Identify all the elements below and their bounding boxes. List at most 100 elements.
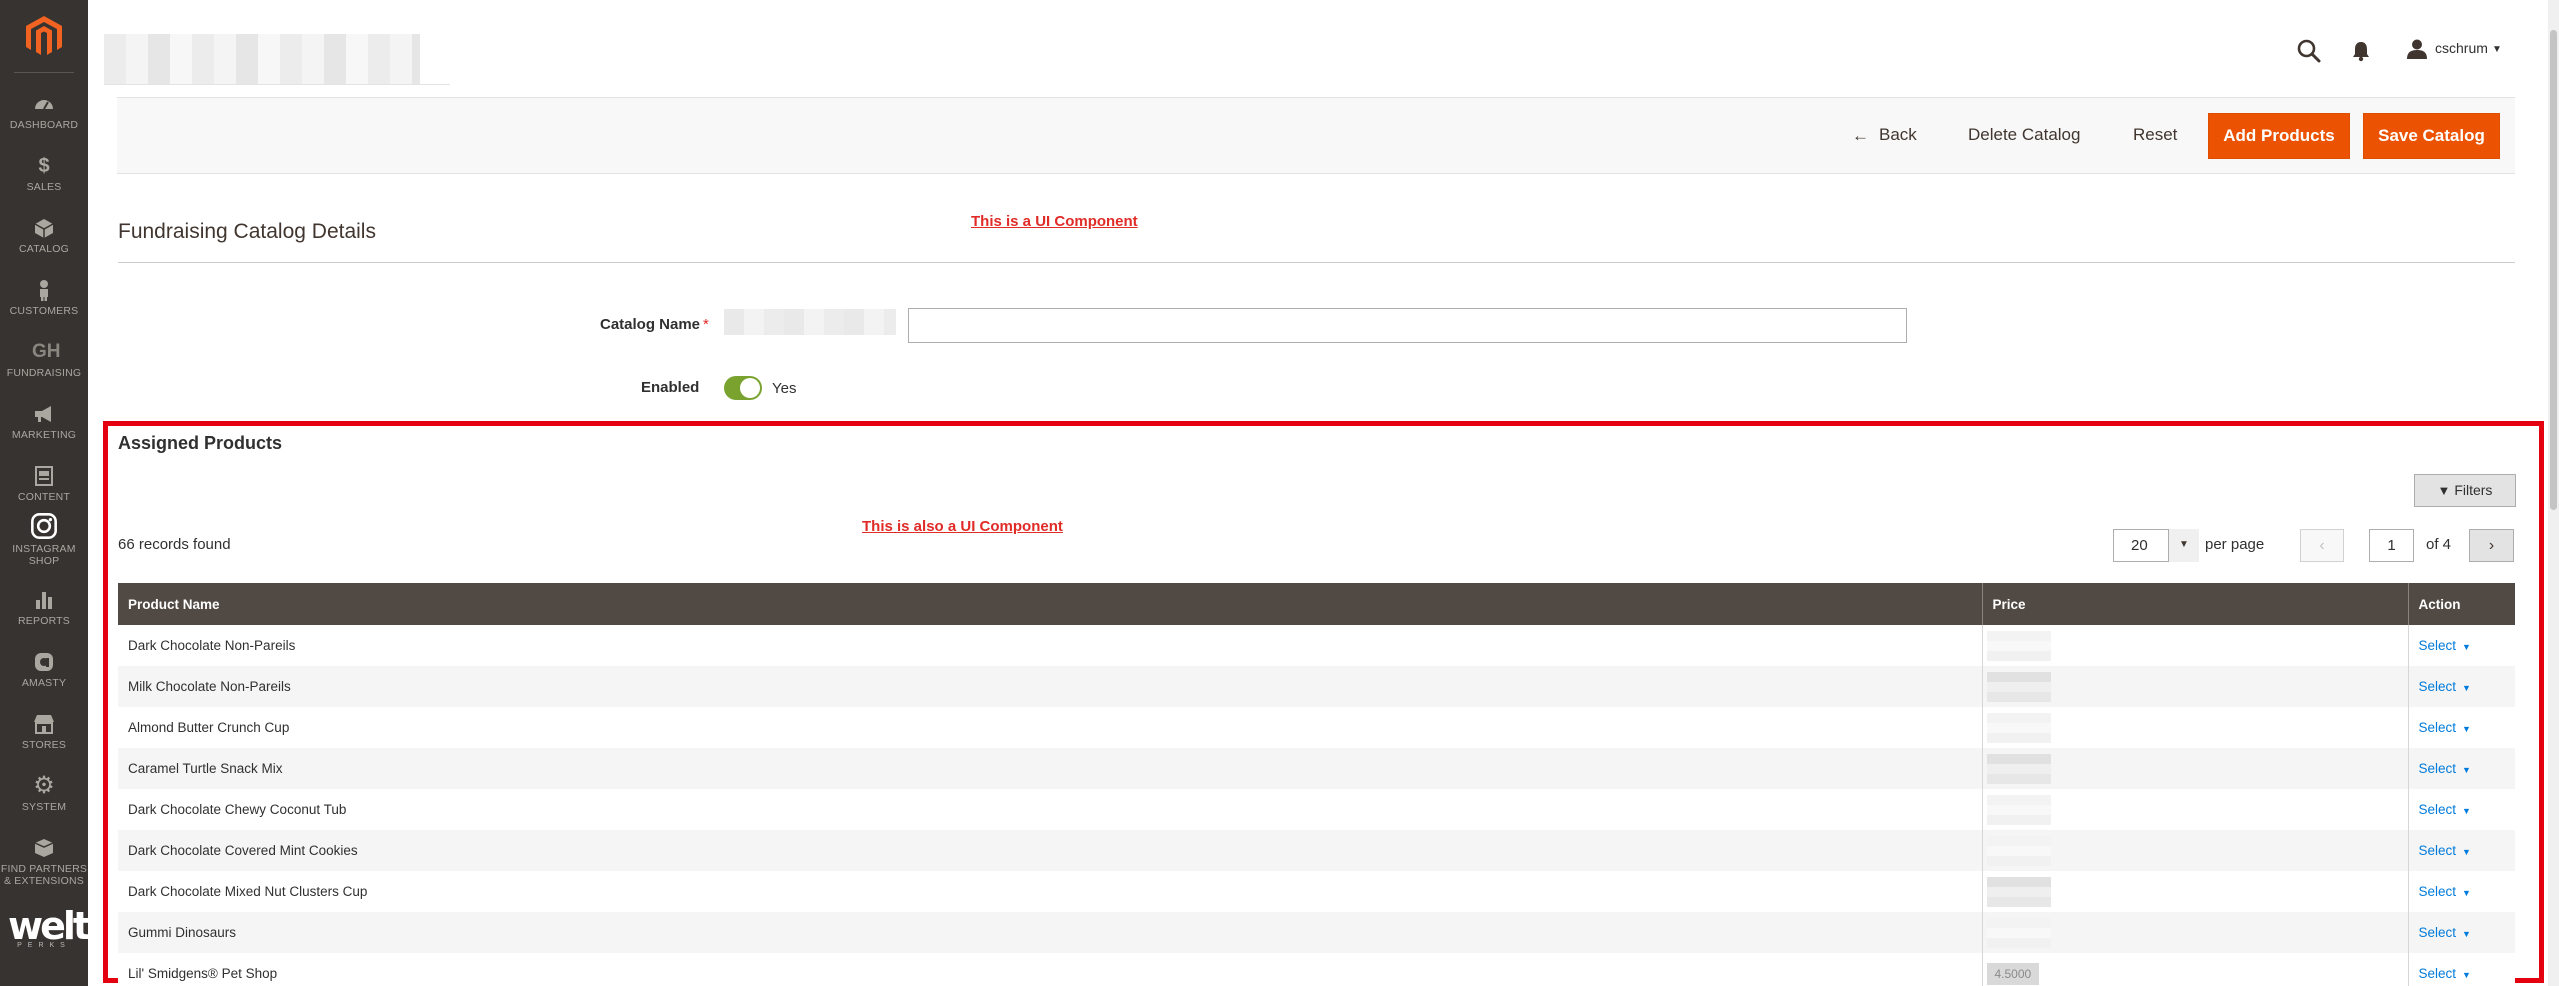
nav-item-reports[interactable]: REPORTS xyxy=(0,588,88,646)
page-title-underline xyxy=(104,84,450,85)
select-action-link[interactable]: Select xyxy=(2419,925,2457,940)
total-pages: of 4 xyxy=(2426,536,2452,553)
select-action-link[interactable]: Select xyxy=(2419,638,2457,653)
magento-logo-icon[interactable] xyxy=(22,14,66,58)
user-account-icon[interactable] xyxy=(2406,38,2428,60)
brand-name: welt xyxy=(8,904,91,948)
enabled-label: Enabled xyxy=(641,379,700,396)
redacted-price xyxy=(1986,794,2051,825)
brand-tagline: PERKS xyxy=(17,942,71,949)
nav-item-customers[interactable]: CUSTOMERS xyxy=(0,278,88,336)
column-header-product-name[interactable]: Product Name xyxy=(118,583,1983,625)
nav-label: MARKETING xyxy=(11,429,77,441)
column-header-price[interactable]: Price xyxy=(1982,583,2409,625)
action-cell[interactable]: Select ▼ xyxy=(2408,871,2515,912)
nav-item-stores[interactable]: STORES xyxy=(0,712,88,770)
nav-label: CONTENT xyxy=(17,491,71,503)
table-row: Dark Chocolate Non-Pareils Select ▼ xyxy=(118,625,2515,666)
reset-button[interactable]: Reset xyxy=(2133,125,2177,145)
product-name-cell: Dark Chocolate Covered Mint Cookies xyxy=(118,830,1983,871)
records-found-count: 66 records found xyxy=(118,536,231,553)
page-scrollbar-thumb[interactable] xyxy=(2550,30,2557,510)
action-cell[interactable]: Select ▼ xyxy=(2408,830,2515,871)
content-icon xyxy=(35,466,53,486)
nav-item-marketing[interactable]: MARKETING xyxy=(0,402,88,460)
chevron-down-icon[interactable]: ▼ xyxy=(2462,765,2471,775)
current-page-input[interactable] xyxy=(2369,529,2414,562)
select-action-link[interactable]: Select xyxy=(2419,720,2457,735)
user-name[interactable]: cschrum xyxy=(2435,40,2488,56)
chevron-down-icon[interactable]: ▼ xyxy=(2492,44,2502,55)
redacted-price xyxy=(1986,917,2051,948)
select-action-link[interactable]: Select xyxy=(2419,843,2457,858)
action-cell[interactable]: Select ▼ xyxy=(2408,666,2515,707)
action-cell[interactable]: Select ▼ xyxy=(2408,707,2515,748)
chevron-down-icon[interactable]: ▼ xyxy=(2168,529,2199,562)
chevron-down-icon[interactable]: ▼ xyxy=(2462,970,2471,980)
nav-item-sales[interactable]: $ SALES xyxy=(0,154,88,212)
filters-button[interactable]: ▼ Filters xyxy=(2414,474,2516,507)
action-cell[interactable]: Select ▼ xyxy=(2408,625,2515,666)
megaphone-icon xyxy=(35,406,51,422)
chevron-down-icon[interactable]: ▼ xyxy=(2462,929,2471,939)
nav-item-dashboard[interactable]: DASHBOARD xyxy=(0,92,88,150)
action-cell[interactable]: Select ▼ xyxy=(2408,912,2515,953)
notification-bell-icon[interactable] xyxy=(2350,40,2372,62)
next-page-button[interactable]: › xyxy=(2469,529,2514,562)
action-cell[interactable]: Select ▼ xyxy=(2408,953,2515,986)
nav-label: INSTAGRAM xyxy=(12,543,76,555)
chevron-down-icon[interactable]: ▼ xyxy=(2462,806,2471,816)
add-products-button[interactable]: Add Products xyxy=(2208,113,2350,159)
nav-item-amasty[interactable]: AMASTY xyxy=(0,650,88,708)
price-cell xyxy=(1982,912,2409,953)
redacted-price xyxy=(1986,753,2051,784)
action-cell[interactable]: Select ▼ xyxy=(2408,789,2515,830)
chevron-down-icon[interactable]: ▼ xyxy=(2462,847,2471,857)
select-action-link[interactable]: Select xyxy=(2419,966,2457,981)
price-cell xyxy=(1982,707,2409,748)
select-action-link[interactable]: Select xyxy=(2419,802,2457,817)
chevron-down-icon[interactable]: ▼ xyxy=(2462,724,2471,734)
grid-header-row: Product Name Price Action xyxy=(118,583,2515,625)
action-cell[interactable]: Select ▼ xyxy=(2408,748,2515,789)
nav-label: CATALOG xyxy=(18,243,70,255)
nav-item-catalog[interactable]: CATALOG xyxy=(0,216,88,274)
chevron-down-icon[interactable]: ▼ xyxy=(2462,683,2471,693)
search-icon[interactable] xyxy=(2296,38,2322,64)
redacted-scope-label xyxy=(724,309,896,335)
arrow-left-icon[interactable]: ← xyxy=(1852,126,1869,146)
per-page-label: per page xyxy=(2205,536,2265,553)
instagram-icon xyxy=(31,513,57,539)
redacted-price xyxy=(1986,630,2051,661)
back-button[interactable]: Back xyxy=(1879,125,1917,145)
enabled-toggle[interactable] xyxy=(724,376,762,400)
table-row: Dark Chocolate Covered Mint Cookies Sele… xyxy=(118,830,2515,871)
nav-item-instagram-shop[interactable]: INSTAGRAM SHOP xyxy=(0,512,88,572)
select-action-link[interactable]: Select xyxy=(2419,884,2457,899)
price-cell xyxy=(1982,830,2409,871)
nav-item-find-partners[interactable]: FIND PARTNERS & EXTENSIONS xyxy=(0,836,88,898)
price-cell xyxy=(1982,666,2409,707)
product-name-cell: Dark Chocolate Non-Pareils xyxy=(118,625,1983,666)
save-catalog-button[interactable]: Save Catalog xyxy=(2363,113,2500,159)
chevron-down-icon[interactable]: ▼ xyxy=(2462,888,2471,898)
catalog-name-label: Catalog Name xyxy=(600,316,701,333)
select-action-link[interactable]: Select xyxy=(2419,679,2457,694)
select-action-link[interactable]: Select xyxy=(2419,761,2457,776)
nav-label: FIND PARTNERS xyxy=(0,863,88,875)
nav-item-system[interactable]: ⚙ SYSTEM xyxy=(0,774,88,832)
store-icon xyxy=(34,715,54,734)
price-value: 4.5000 xyxy=(1986,963,2040,985)
table-row: Gummi Dinosaurs Select ▼ xyxy=(118,912,2515,953)
nav-item-fundraising[interactable]: GH FUNDRAISING xyxy=(0,340,88,398)
catalog-name-input[interactable] xyxy=(908,308,1907,343)
annotation-note: This is also a UI Component xyxy=(862,518,1063,535)
per-page-value[interactable]: 20 xyxy=(2131,537,2148,554)
delete-catalog-button[interactable]: Delete Catalog xyxy=(1968,125,2080,145)
previous-page-button[interactable]: ‹ xyxy=(2300,529,2344,562)
nav-label: SYSTEM xyxy=(21,801,67,813)
brand-logo[interactable]: welt PERKS xyxy=(8,904,91,956)
section-title: Fundraising Catalog Details xyxy=(118,220,376,243)
chevron-down-icon[interactable]: ▼ xyxy=(2462,642,2471,652)
assigned-products-grid: Product Name Price Action Dark Chocolate… xyxy=(118,583,2515,986)
